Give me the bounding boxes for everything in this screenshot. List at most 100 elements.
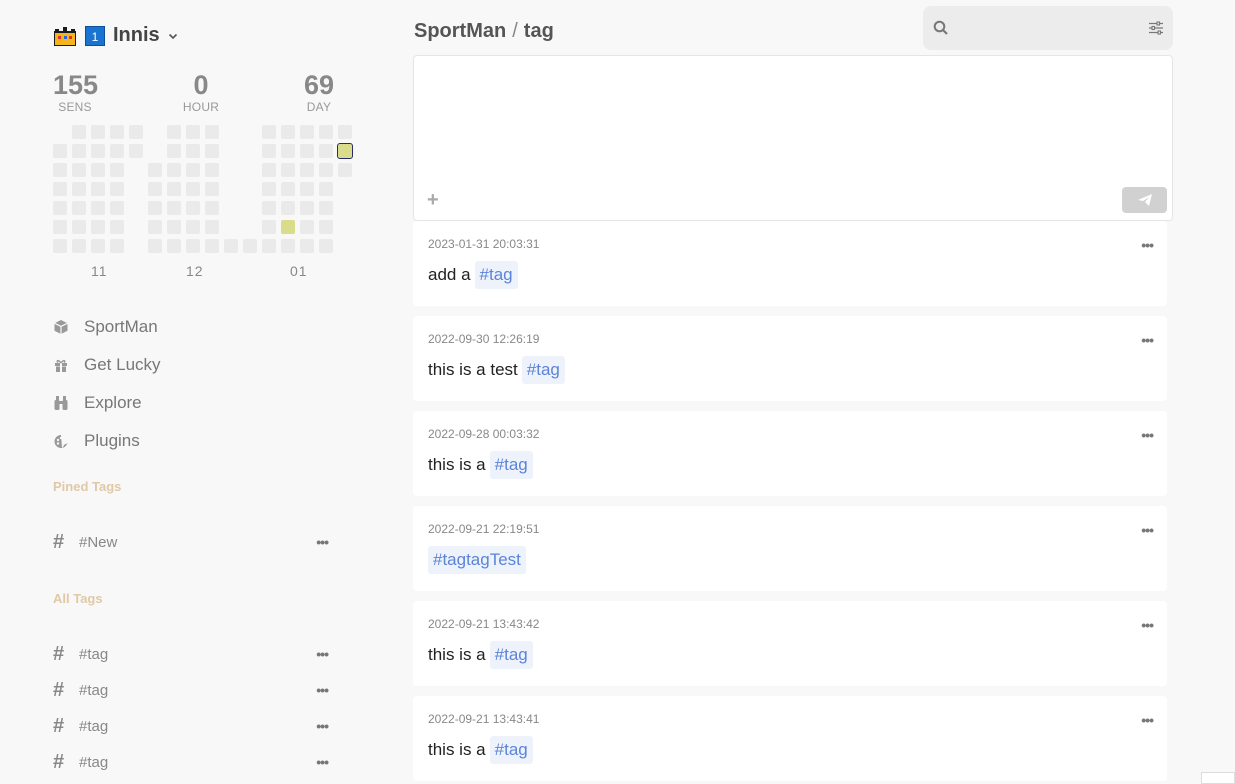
user-menu[interactable]: 1 Innis bbox=[53, 24, 178, 47]
heatmap-cell[interactable] bbox=[262, 239, 276, 253]
heatmap-cell[interactable] bbox=[167, 239, 181, 253]
heatmap-cell[interactable] bbox=[205, 220, 219, 234]
more-icon[interactable]: ••• bbox=[1141, 332, 1154, 348]
heatmap-cell[interactable] bbox=[53, 163, 67, 177]
heatmap-cell[interactable] bbox=[338, 125, 352, 139]
heatmap-cell[interactable] bbox=[129, 144, 143, 158]
heatmap-cell[interactable] bbox=[167, 201, 181, 215]
heatmap-cell[interactable] bbox=[53, 182, 67, 196]
memo-tag[interactable]: #tag bbox=[489, 641, 533, 669]
heatmap-cell[interactable] bbox=[167, 125, 181, 139]
heatmap-cell[interactable] bbox=[300, 125, 314, 139]
breadcrumb-root[interactable]: SportMan bbox=[414, 20, 506, 42]
corner-widget[interactable] bbox=[1201, 772, 1235, 784]
heatmap-cell[interactable] bbox=[110, 201, 124, 215]
tag-item[interactable]: # #tag ••• bbox=[53, 714, 329, 738]
heatmap-cell[interactable] bbox=[205, 125, 219, 139]
heatmap-cell[interactable] bbox=[319, 201, 333, 215]
more-icon[interactable]: ••• bbox=[316, 646, 329, 662]
nav-item-plugins[interactable]: Plugins bbox=[53, 422, 161, 460]
heatmap-cell[interactable] bbox=[148, 239, 162, 253]
more-icon[interactable]: ••• bbox=[1141, 712, 1154, 728]
heatmap-cell[interactable] bbox=[319, 220, 333, 234]
heatmap-cell[interactable] bbox=[110, 182, 124, 196]
heatmap-cell[interactable] bbox=[91, 163, 105, 177]
memo-tag[interactable]: #tag bbox=[489, 736, 533, 764]
heatmap-cell[interactable] bbox=[186, 239, 200, 253]
heatmap-cell[interactable] bbox=[148, 201, 162, 215]
heatmap-cell[interactable] bbox=[281, 144, 295, 158]
heatmap-cell[interactable] bbox=[110, 144, 124, 158]
heatmap-cell[interactable] bbox=[319, 239, 333, 253]
heatmap-cell[interactable] bbox=[300, 182, 314, 196]
tag-item[interactable]: # #tag ••• bbox=[53, 678, 329, 702]
heatmap-cell[interactable] bbox=[300, 201, 314, 215]
heatmap-cell[interactable] bbox=[262, 125, 276, 139]
heatmap-cell[interactable] bbox=[262, 182, 276, 196]
heatmap-cell[interactable] bbox=[319, 144, 333, 158]
heatmap-cell[interactable] bbox=[300, 144, 314, 158]
heatmap-cell[interactable] bbox=[129, 125, 143, 139]
heatmap-cell[interactable] bbox=[262, 220, 276, 234]
nav-item-explore[interactable]: Explore bbox=[53, 384, 161, 422]
heatmap-cell[interactable] bbox=[319, 182, 333, 196]
more-icon[interactable]: ••• bbox=[316, 682, 329, 698]
pinned-tag-item[interactable]: # #New ••• bbox=[53, 530, 329, 554]
heatmap-cell[interactable] bbox=[205, 239, 219, 253]
heatmap-cell[interactable] bbox=[91, 239, 105, 253]
nav-item-sportman[interactable]: SportMan bbox=[53, 308, 161, 346]
heatmap-cell[interactable] bbox=[281, 239, 295, 253]
more-icon[interactable]: ••• bbox=[1141, 237, 1154, 253]
heatmap-cell[interactable] bbox=[281, 163, 295, 177]
heatmap-cell[interactable] bbox=[300, 239, 314, 253]
more-icon[interactable]: ••• bbox=[316, 534, 329, 550]
heatmap-cell[interactable] bbox=[300, 220, 314, 234]
heatmap-cell[interactable] bbox=[53, 144, 67, 158]
heatmap-cell[interactable] bbox=[167, 182, 181, 196]
memo-tag[interactable]: #tag bbox=[521, 356, 565, 384]
heatmap-cell[interactable] bbox=[186, 163, 200, 177]
memo-tag[interactable]: #tag bbox=[474, 261, 518, 289]
nav-item-get-lucky[interactable]: Get Lucky bbox=[53, 346, 161, 384]
heatmap-cell[interactable] bbox=[110, 125, 124, 139]
heatmap-cell[interactable] bbox=[319, 125, 333, 139]
heatmap-cell[interactable] bbox=[91, 144, 105, 158]
heatmap-cell[interactable] bbox=[72, 144, 86, 158]
heatmap-cell[interactable] bbox=[205, 201, 219, 215]
heatmap-cell[interactable] bbox=[281, 201, 295, 215]
heatmap-cell[interactable] bbox=[186, 144, 200, 158]
heatmap-cell[interactable] bbox=[91, 201, 105, 215]
heatmap-cell[interactable] bbox=[205, 163, 219, 177]
send-button[interactable] bbox=[1122, 187, 1167, 213]
heatmap-cell[interactable] bbox=[337, 143, 353, 159]
heatmap-cell[interactable] bbox=[167, 220, 181, 234]
heatmap-cell[interactable] bbox=[300, 163, 314, 177]
heatmap-cell[interactable] bbox=[167, 144, 181, 158]
heatmap-cell[interactable] bbox=[186, 220, 200, 234]
heatmap-cell[interactable] bbox=[243, 239, 257, 253]
heatmap-cell[interactable] bbox=[281, 182, 295, 196]
memo-tag[interactable]: #tag bbox=[489, 451, 533, 479]
filter-settings-icon[interactable] bbox=[1148, 20, 1164, 36]
heatmap-cell[interactable] bbox=[53, 239, 67, 253]
memo-tag[interactable]: #tagtagTest bbox=[428, 546, 526, 574]
heatmap-cell[interactable] bbox=[72, 220, 86, 234]
heatmap-cell[interactable] bbox=[91, 125, 105, 139]
tag-item[interactable]: # #tag ••• bbox=[53, 750, 329, 774]
heatmap-cell[interactable] bbox=[72, 125, 86, 139]
heatmap-cell[interactable] bbox=[148, 163, 162, 177]
search-input[interactable] bbox=[957, 13, 1140, 43]
add-attachment-button[interactable]: + bbox=[427, 190, 439, 210]
memo-textarea[interactable] bbox=[426, 66, 1160, 186]
heatmap-cell[interactable] bbox=[186, 182, 200, 196]
more-icon[interactable]: ••• bbox=[316, 718, 329, 734]
heatmap-cell[interactable] bbox=[186, 201, 200, 215]
heatmap-cell[interactable] bbox=[72, 163, 86, 177]
heatmap-cell[interactable] bbox=[91, 182, 105, 196]
more-icon[interactable]: ••• bbox=[1141, 522, 1154, 538]
heatmap-cell[interactable] bbox=[281, 220, 295, 234]
heatmap-cell[interactable] bbox=[262, 201, 276, 215]
heatmap-cell[interactable] bbox=[262, 144, 276, 158]
heatmap-cell[interactable] bbox=[205, 182, 219, 196]
heatmap-cell[interactable] bbox=[148, 220, 162, 234]
